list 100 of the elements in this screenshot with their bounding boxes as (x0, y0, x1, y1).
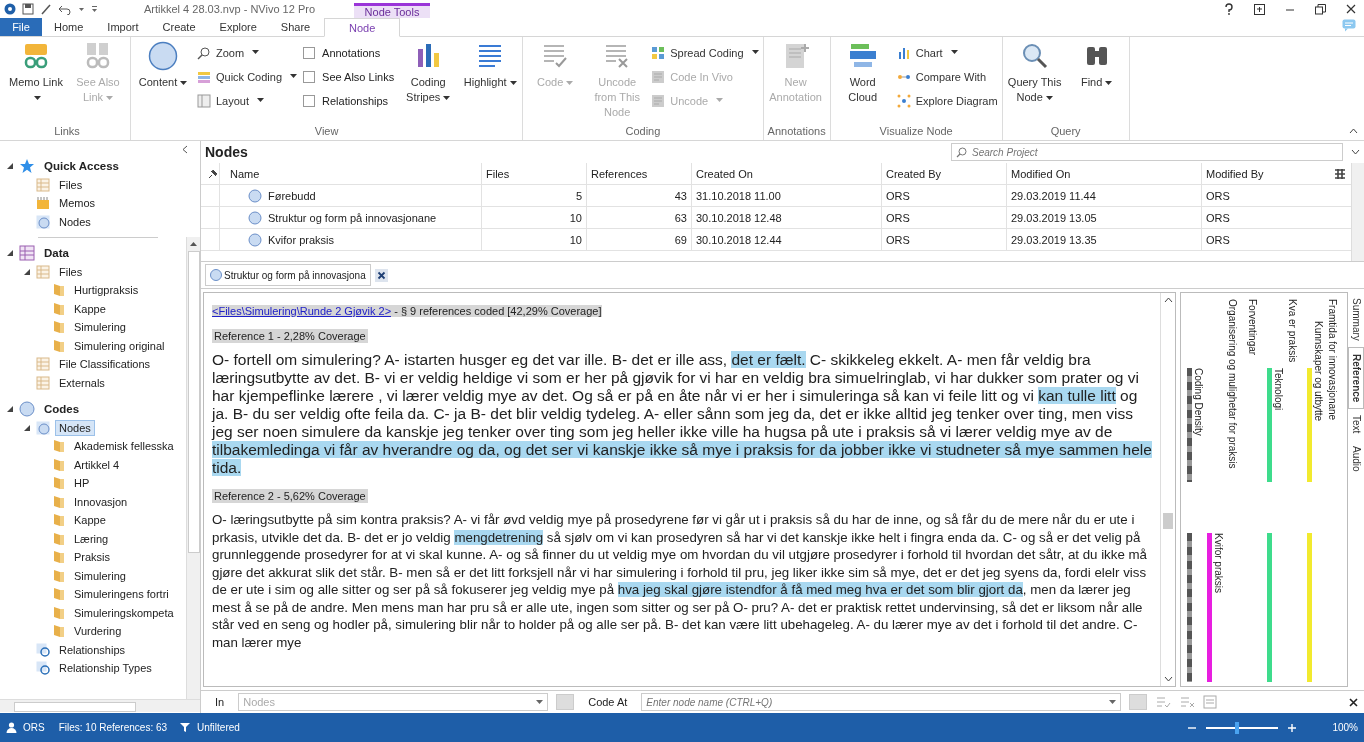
filter-icon[interactable] (179, 722, 192, 733)
ribbon-tab[interactable]: Share (268, 18, 323, 36)
ribbon-button[interactable]: Compare With (896, 67, 998, 86)
horizontal-scrollbar[interactable] (0, 699, 200, 712)
scrollbar[interactable] (186, 237, 200, 699)
tree-item[interactable]: Simulering (70, 567, 130, 584)
column-header[interactable]: Modified On (1006, 163, 1201, 184)
expander-icon[interactable] (6, 162, 14, 171)
scrollbar[interactable] (1160, 293, 1175, 686)
tree-item[interactable]: Codes (40, 401, 84, 418)
ribbon-button[interactable]: Zoom (197, 43, 298, 62)
source-link[interactable]: <Files\Simulering\Runde 2 Gjøvik 2> (212, 305, 392, 317)
table-cell[interactable]: Kvifor praksis (268, 233, 335, 246)
search-field[interactable]: Search Project (951, 143, 1343, 161)
tree-item[interactable]: Relationship Types (55, 660, 156, 677)
tree-item[interactable]: Vurdering (70, 623, 126, 640)
expander-icon[interactable] (6, 405, 14, 414)
caret-icon[interactable] (1109, 700, 1117, 705)
checkbox[interactable]: Annotations (303, 43, 395, 62)
column-header[interactable]: Name (219, 163, 481, 184)
ribbon-tab[interactable]: Create (150, 18, 208, 36)
tree-item[interactable]: Kappe (70, 300, 110, 317)
ribbon-button[interactable]: Word Cloud (834, 41, 891, 105)
column-header[interactable]: Created By (881, 163, 1006, 184)
expander-icon[interactable] (23, 423, 31, 432)
scroll-up-icon[interactable] (1163, 297, 1173, 303)
chevron-down-icon[interactable] (1351, 149, 1360, 155)
scroll-thumb[interactable] (1163, 513, 1173, 530)
density-bar[interactable] (1187, 532, 1192, 683)
collapse-pane-icon[interactable] (182, 145, 188, 154)
side-tab[interactable]: Audio (1348, 439, 1364, 478)
save-icon[interactable] (22, 3, 34, 15)
column-header[interactable]: Files (481, 163, 586, 184)
tree-item[interactable]: Hurtigpraksis (70, 282, 143, 299)
tree-item[interactable]: Memos (55, 195, 100, 212)
scroll-up-icon[interactable] (189, 241, 198, 247)
check-lines-icon[interactable] (1155, 695, 1172, 709)
pen-icon[interactable] (40, 3, 52, 15)
tree-item[interactable]: Quick Access (40, 158, 123, 175)
tree-item[interactable]: Simulering (70, 319, 130, 336)
tree-item[interactable]: File Classifications (55, 356, 155, 373)
tree-item[interactable]: Data (40, 245, 73, 262)
ribbon-button[interactable]: Highlight (462, 41, 519, 90)
ribbon-display-icon[interactable] (1254, 3, 1265, 15)
expander-icon[interactable] (6, 249, 14, 258)
column-header[interactable]: Modified By (1201, 163, 1331, 184)
tree-item[interactable]: Artikkel 4 (70, 456, 124, 473)
undo-icon[interactable] (58, 3, 72, 15)
tree-item[interactable]: HP (70, 475, 94, 492)
restore-icon[interactable] (1315, 3, 1326, 15)
scroll-down-icon[interactable] (1163, 676, 1173, 682)
side-tab[interactable]: Text (1348, 409, 1364, 440)
tree-item[interactable]: Nodes (55, 213, 95, 230)
tree-item[interactable]: Innovasjon (70, 493, 132, 510)
tree-item[interactable]: Files (55, 176, 87, 193)
zoom-in-icon[interactable] (1288, 723, 1297, 732)
tree-item[interactable]: Læring (70, 530, 113, 547)
expander-icon[interactable] (23, 267, 31, 276)
ribbon-button[interactable]: Spread Coding (651, 43, 759, 62)
tree-item[interactable]: Kappe (70, 512, 110, 529)
ribbon-button[interactable]: Chart (896, 43, 998, 62)
column-header[interactable]: Created On (691, 163, 881, 184)
close-icon[interactable] (374, 268, 388, 282)
checkbox[interactable]: See Also Links (303, 67, 395, 86)
ribbon-button[interactable]: Query This Node (1006, 41, 1063, 105)
tree-item[interactable]: Externals (55, 374, 109, 391)
column-chooser-icon[interactable] (1334, 167, 1346, 180)
ribbon-button[interactable]: Find (1068, 41, 1125, 90)
density-bar[interactable] (1187, 367, 1192, 482)
close-icon[interactable] (1346, 4, 1356, 14)
tree-item[interactable]: Akademisk fellesska (70, 438, 178, 455)
checkbox[interactable]: Relationships (303, 91, 395, 110)
customize-icon[interactable] (91, 3, 98, 15)
table-cell[interactable]: Førebudd (268, 189, 316, 202)
ribbon-tab[interactable]: Node (324, 18, 401, 37)
slider-thumb[interactable] (1234, 721, 1239, 734)
ribbon-tab[interactable]: Explore (207, 18, 269, 36)
ribbon-button[interactable]: Quick Coding (197, 67, 298, 86)
document-tab[interactable]: Struktur og form på innovasjona (205, 264, 371, 286)
tree-item[interactable]: Simuleringskompeta (70, 604, 178, 621)
table-cell[interactable]: Struktur og form på innovasjonane (268, 211, 437, 224)
close-icon[interactable] (1349, 697, 1358, 707)
ribbon-button[interactable]: Coding Stripes (400, 41, 457, 105)
ribbon-tab[interactable]: File (0, 18, 42, 36)
scrollbar[interactable] (1351, 163, 1364, 261)
side-tab[interactable]: Summary (1348, 292, 1364, 347)
tree-item[interactable]: Simuleringens fortri (70, 586, 173, 603)
tree-item[interactable]: Praksis (70, 549, 115, 566)
ribbon-button[interactable]: Memo Link (8, 41, 64, 105)
ribbon-button[interactable]: Content (135, 41, 191, 90)
help-icon[interactable] (1224, 3, 1234, 15)
tree-item[interactable]: Relationships (55, 641, 130, 658)
tree-item[interactable]: Files (55, 263, 87, 280)
column-header[interactable]: References (586, 163, 691, 184)
ribbon-button[interactable]: Layout (197, 91, 298, 110)
ribbon-tab[interactable]: Import (95, 18, 151, 36)
collapse-ribbon-icon[interactable] (1349, 128, 1358, 134)
ribbon-tab[interactable]: Home (42, 18, 96, 36)
tree-item[interactable]: Nodes (55, 419, 95, 436)
ribbon-button[interactable]: Explore Diagram (896, 91, 998, 110)
